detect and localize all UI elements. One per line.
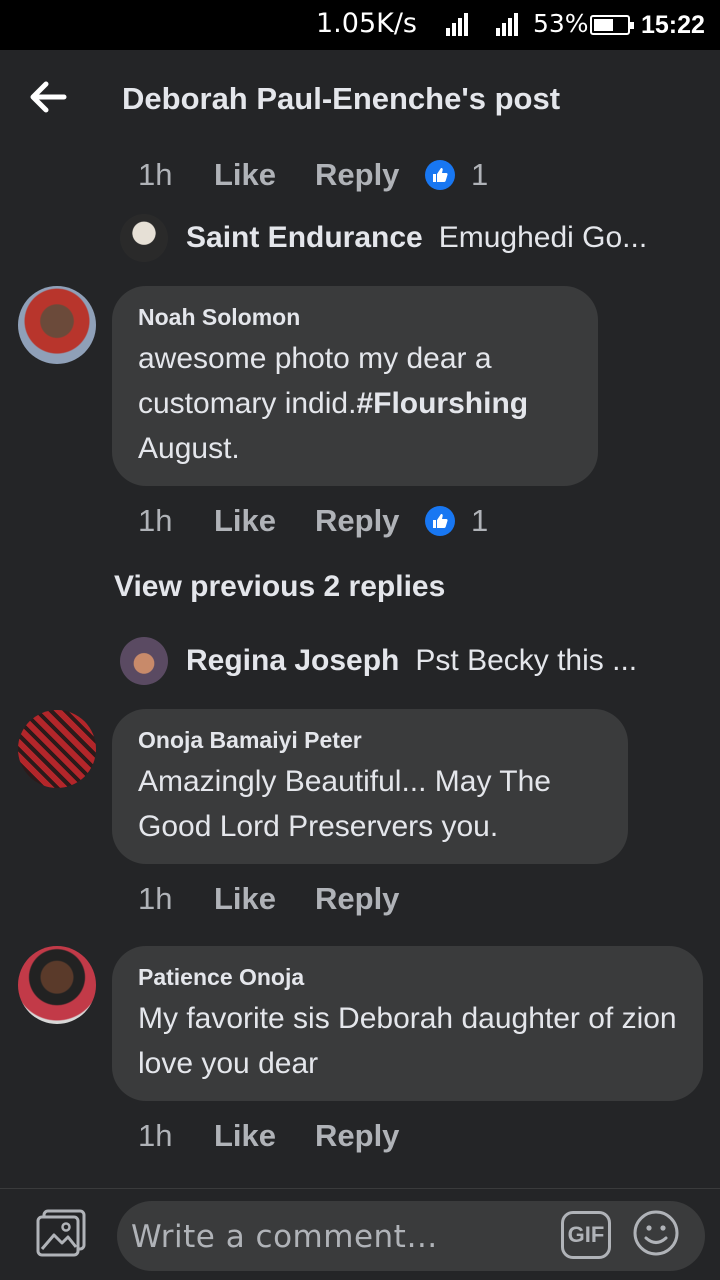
like-button[interactable]: Like (214, 1118, 315, 1154)
avatar[interactable] (18, 946, 96, 1024)
reply-button[interactable]: Reply (315, 157, 425, 193)
comment-time: 1h (138, 1118, 173, 1153)
network-speed: 1.05K/s (316, 8, 417, 39)
battery-percent: 53% (533, 9, 589, 38)
battery-icon (590, 15, 634, 35)
signal-1-icon (446, 12, 472, 36)
photo-icon[interactable] (36, 1209, 88, 1257)
like-reaction-icon[interactable] (425, 506, 455, 536)
clock: 15:22 (641, 11, 705, 39)
hashtag-link[interactable]: #Flourshing (356, 387, 528, 420)
comment-time: 1h (138, 881, 173, 916)
comment-author[interactable]: Noah Solomon (138, 302, 572, 332)
reaction-count: 1 (471, 503, 489, 538)
comment-input[interactable]: Write a comment… GIF (117, 1201, 705, 1271)
comment-input-placeholder: Write a comment… (131, 1219, 438, 1255)
comment-time: 1h (138, 503, 173, 538)
comment-composer: Write a comment… GIF (0, 1188, 720, 1280)
emoji-icon[interactable] (632, 1209, 680, 1257)
like-button[interactable]: Like (214, 157, 315, 193)
avatar[interactable] (18, 286, 96, 364)
like-button[interactable]: Like (214, 503, 315, 539)
comment-actions: 1h Like Reply (138, 879, 425, 919)
like-button[interactable]: Like (214, 881, 315, 917)
signal-2-icon (496, 12, 522, 36)
reply-preview[interactable]: Regina Joseph Pst Becky this ... (120, 636, 637, 686)
comment-text: My favorite sis Deborah daughter of zion… (138, 1002, 677, 1080)
avatar (120, 214, 168, 262)
comment-author[interactable]: Onoja Bamaiyi Peter (138, 725, 602, 755)
comment-text: awesome photo my dear a customary indid.… (138, 342, 529, 465)
reply-preview[interactable]: Saint Endurance Emughedi Go... (120, 213, 647, 263)
gif-icon[interactable]: GIF (561, 1211, 611, 1259)
header: Deborah Paul-Enenche's post (0, 50, 720, 148)
like-reaction-icon[interactable] (425, 160, 455, 190)
comment-bubble: Onoja Bamaiyi Peter Amazingly Beautiful.… (112, 709, 628, 864)
comment-bubble: Patience Onoja My favorite sis Deborah d… (112, 946, 703, 1101)
avatar[interactable] (18, 710, 96, 788)
comment-bubble: Noah Solomon awesome photo my dear a cus… (112, 286, 598, 486)
back-arrow-icon[interactable] (28, 80, 68, 114)
reply-button[interactable]: Reply (315, 881, 425, 917)
reply-button[interactable]: Reply (315, 503, 425, 539)
page-title: Deborah Paul-Enenche's post (122, 81, 561, 116)
comment-actions: 1h Like Reply 1 (138, 155, 488, 195)
comment-actions: 1h Like Reply 1 (138, 501, 488, 541)
reply-button[interactable]: Reply (315, 1118, 425, 1154)
reaction-count: 1 (471, 157, 489, 192)
reply-snippet: Emughedi Go... (438, 221, 648, 254)
reply-author[interactable]: Saint Endurance (186, 221, 423, 255)
comment-time: 1h (138, 157, 173, 192)
comment-author[interactable]: Patience Onoja (138, 962, 677, 992)
comment-actions: 1h Like Reply (138, 1116, 425, 1156)
view-previous-replies[interactable]: View previous 2 replies (114, 570, 445, 604)
status-bar: 1.05K/s 53% 15:22 (0, 0, 720, 50)
reply-snippet: Pst Becky this ... (415, 644, 638, 677)
comment-text: Amazingly Beautiful... May The Good Lord… (138, 765, 551, 843)
avatar (120, 637, 168, 685)
reply-author[interactable]: Regina Joseph (186, 644, 399, 678)
